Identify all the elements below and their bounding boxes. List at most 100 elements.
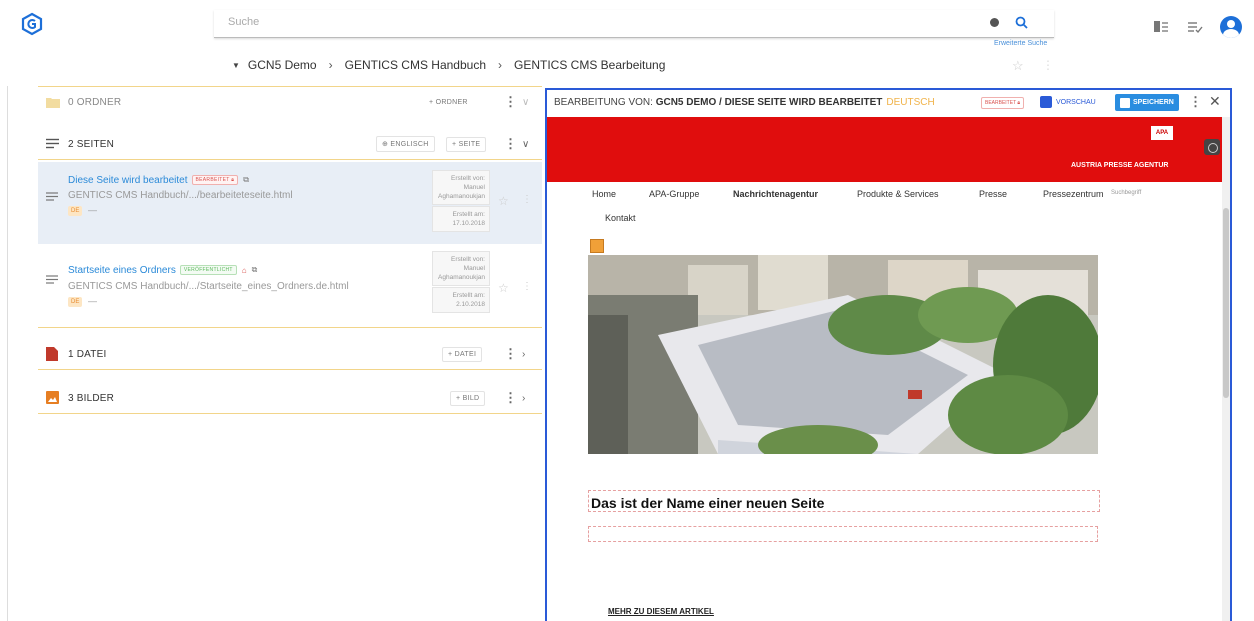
created-by-last: Aghamanoukjan [438, 274, 485, 281]
pages-group-header[interactable]: 2 SEITEN ⊕ ENGLISCH + SEITE ⋮ ∨ [38, 129, 542, 159]
preview-button[interactable]: VORSCHAU [1040, 96, 1096, 108]
advanced-search-link[interactable]: Erweiterte Suche [994, 40, 1047, 47]
open-external-icon[interactable]: ⧉ [252, 265, 258, 275]
editor-language[interactable]: DEUTSCH [886, 97, 934, 108]
nav-item-apa-gruppe[interactable]: APA-Gruppe [649, 189, 699, 199]
chevron-down-icon[interactable]: ∨ [522, 139, 529, 150]
add-file-button[interactable]: + DATEI [442, 346, 483, 362]
page-title-link[interactable]: Startseite eines Ordners VERÖFFENTLICHT ⌂ ⧉ [68, 265, 257, 276]
page-list-icon [46, 138, 59, 149]
folder-group-title: 0 ORDNER [68, 96, 122, 108]
apa-logo[interactable]: APA [1151, 126, 1173, 140]
language-badge[interactable]: DE [68, 206, 83, 216]
more-menu-icon[interactable]: ⋮ [504, 346, 517, 362]
breadcrumb-item[interactable]: GCN5 Demo [248, 58, 317, 72]
breadcrumb-item[interactable]: GENTICS CMS Bearbeitung [514, 58, 665, 72]
images-group-header[interactable]: 3 BILDER + BILD ⋮ › [38, 383, 542, 413]
favorite-star-icon[interactable]: ☆ [498, 281, 509, 295]
editor-header: BEARBEITUNG VON: GCN5 DEMO / DIESE SEITE… [547, 90, 1230, 116]
lock-icon: 🔒︎ [231, 177, 235, 184]
created-by-label: Erstellt von: [451, 256, 485, 263]
chevron-right-icon[interactable]: › [522, 349, 525, 360]
more-menu-icon[interactable]: ⋮ [1042, 58, 1054, 72]
nav-item-produkte[interactable]: Produkte & Services [857, 189, 939, 199]
app-logo-icon[interactable] [20, 12, 44, 36]
subtitle-editable[interactable] [588, 526, 1098, 542]
task-list-icon[interactable] [1186, 18, 1204, 36]
search-icon[interactable] [1014, 15, 1030, 31]
save-button[interactable]: SPEICHERN [1115, 94, 1179, 111]
breadcrumb-separator-icon: › [328, 58, 333, 72]
nav-item-kontakt[interactable]: Kontakt [605, 213, 636, 223]
clear-search-icon[interactable] [990, 18, 999, 27]
status-badge: VERÖFFENTLICHT [179, 265, 237, 276]
files-group-header[interactable]: 1 DATEI + DATEI ⋮ › [38, 339, 542, 369]
status-badge: BEARBEITET 🔒︎ [191, 175, 239, 186]
language-dash: — [88, 296, 97, 306]
nav-item-nachrichtenagentur[interactable]: Nachrichtenagentur [733, 189, 818, 199]
toggle-view-icon[interactable] [1204, 139, 1220, 155]
preview-label: VORSCHAU [1056, 98, 1096, 106]
images-group-title: 3 BILDER [68, 392, 115, 404]
chevron-right-icon[interactable]: › [522, 393, 525, 404]
site-header-bar: APA AUSTRIA PRESSE AGENTUR [547, 117, 1222, 182]
search-bar [214, 10, 1054, 38]
nav-item-presse[interactable]: Presse [979, 189, 1007, 199]
folder-group-header[interactable]: 0 ORDNER + ORDNER ⋮ ∨ [38, 87, 542, 117]
more-menu-icon[interactable]: ⋮ [522, 194, 532, 205]
more-menu-icon[interactable]: ⋮ [522, 281, 532, 292]
more-menu-icon[interactable]: ⋮ [1189, 94, 1202, 110]
created-by-box: Erstellt von: Manuel Aghamanoukjan [432, 251, 490, 286]
created-at-box: Erstellt am: 2.10.2018 [432, 287, 490, 313]
add-folder-button[interactable]: + ORDNER [424, 95, 473, 109]
more-menu-icon[interactable]: ⋮ [504, 136, 517, 152]
add-page-button[interactable]: + SEITE [446, 136, 487, 152]
more-article-link[interactable]: MEHR ZU DIESEM ARTIKEL [608, 607, 714, 616]
language-button[interactable]: ⊕ ENGLISCH [376, 136, 435, 152]
building-photo [588, 255, 1098, 454]
created-at-date: 2.10.2018 [456, 301, 485, 308]
files-group-title: 1 DATEI [68, 348, 107, 360]
favorite-star-icon[interactable]: ☆ [1012, 58, 1024, 74]
open-external-icon[interactable]: ⧉ [243, 175, 249, 185]
page-icon [46, 275, 58, 284]
list-item[interactable]: Diese Seite wird bearbeitet BEARBEITET 🔒︎… [38, 162, 542, 244]
clipboard-list-icon[interactable] [1152, 18, 1170, 36]
page-icon [46, 192, 58, 201]
lock-icon: 🔒︎ [1017, 100, 1021, 106]
favorite-star-icon[interactable]: ☆ [498, 194, 509, 208]
status-badge: BEARBEITET 🔒︎ [981, 97, 1025, 109]
list-item[interactable]: Startseite eines Ordners VERÖFFENTLICHT ⌂ ⧉… [38, 245, 542, 327]
page-title[interactable]: Startseite eines Ordners [68, 265, 176, 276]
language-dash: — [88, 205, 97, 215]
breadcrumb-item[interactable]: GENTICS CMS Handbuch [345, 58, 486, 72]
close-icon[interactable]: ✕ [1209, 93, 1221, 110]
breadcrumb: ▼ GCN5 Demo › GENTICS CMS Handbuch › GEN… [232, 58, 665, 72]
image-icon [46, 391, 59, 404]
site-search-input[interactable]: Suchbegriff [1111, 190, 1141, 196]
save-label: SPEICHERN [1133, 99, 1174, 106]
divider [38, 159, 542, 160]
add-image-button[interactable]: + BILD [450, 390, 486, 406]
more-menu-icon[interactable]: ⋮ [504, 390, 517, 406]
chevron-down-icon[interactable]: ∨ [522, 97, 529, 108]
user-avatar-icon[interactable] [1220, 16, 1242, 38]
home-icon: ⌂ [241, 265, 247, 275]
divider [38, 369, 542, 370]
page-title-link[interactable]: Diese Seite wird bearbeitet BEARBEITET 🔒︎… [68, 175, 249, 186]
nav-item-pressezentrum[interactable]: Pressezentrum [1043, 189, 1104, 199]
edit-image-icon[interactable] [590, 239, 604, 253]
scrollbar-thumb[interactable] [1223, 208, 1229, 398]
created-at-box: Erstellt am: 17.10.2018 [432, 206, 490, 232]
language-badge[interactable]: DE [68, 297, 83, 307]
page-path: GENTICS CMS Handbuch/.../bearbeiteteseit… [68, 190, 293, 201]
search-input[interactable] [228, 16, 928, 28]
page-title[interactable]: Diese Seite wird bearbeitet [68, 175, 188, 186]
pages-group-title: 2 SEITEN [68, 138, 115, 150]
caret-down-icon[interactable]: ▼ [232, 61, 240, 70]
created-by-box: Erstellt von: Manuel Aghamanoukjan [432, 170, 490, 205]
more-menu-icon[interactable]: ⋮ [504, 94, 517, 110]
page-headline-editable[interactable]: Das ist der Name einer neuen Seite [588, 490, 1100, 512]
item-list-panel: 0 ORDNER + ORDNER ⋮ ∨ 2 SEITEN ⊕ ENGLISC… [38, 86, 542, 621]
nav-item-home[interactable]: Home [592, 189, 616, 199]
